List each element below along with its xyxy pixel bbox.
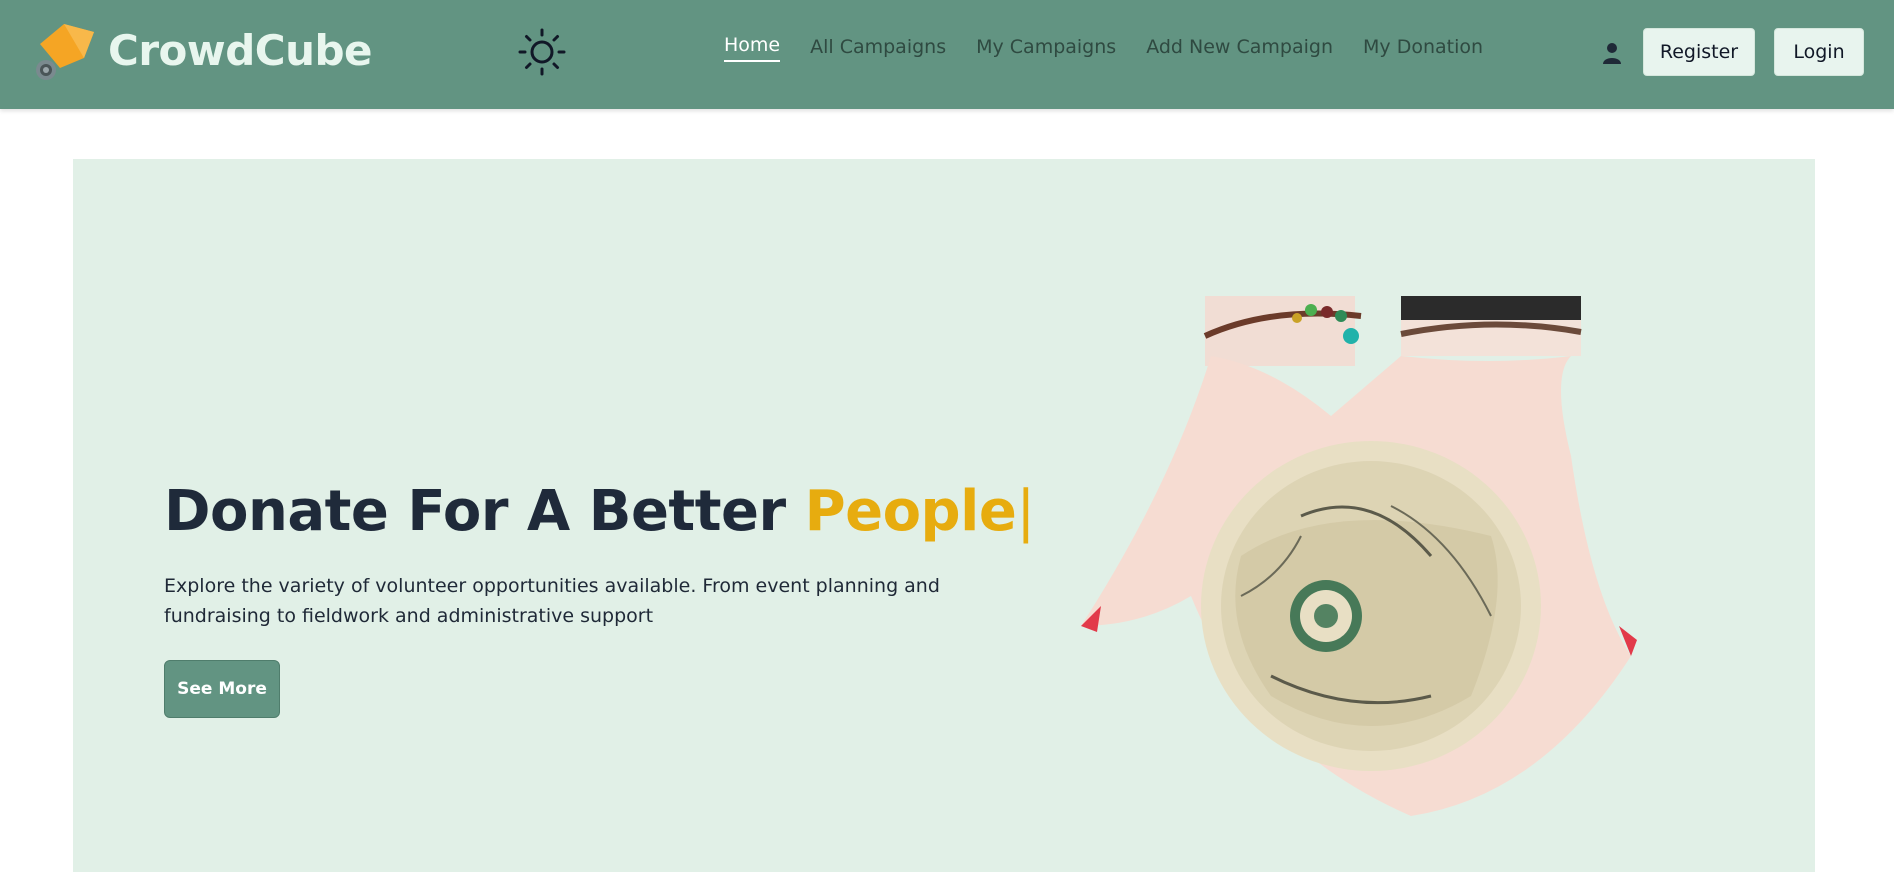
sun-icon[interactable]: [518, 28, 566, 76]
user-icon[interactable]: [1600, 41, 1624, 65]
hero-description: Explore the variety of volunteer opportu…: [164, 575, 940, 627]
hero-title-main: Donate For A Better: [164, 479, 805, 544]
register-button[interactable]: Register: [1643, 28, 1755, 76]
navbar: CrowdCube Home All Campaigns My Campaign…: [0, 0, 1894, 109]
hero-banner: Donate For A Better People| Explore the …: [73, 159, 1815, 872]
hero-title-accent: People: [804, 479, 1017, 544]
nav-add-new-campaign[interactable]: Add New Campaign: [1146, 36, 1333, 62]
hands-money-image: [1081, 296, 1637, 816]
typing-caret: |: [1016, 479, 1035, 544]
nav-my-campaigns[interactable]: My Campaigns: [976, 36, 1116, 62]
price-tag-icon[interactable]: [30, 18, 98, 86]
hero-title: Donate For A Better People|: [164, 479, 1035, 544]
nav-all-campaigns[interactable]: All Campaigns: [810, 36, 946, 62]
see-more-button[interactable]: See More: [164, 660, 280, 718]
nav-my-donation[interactable]: My Donation: [1363, 36, 1483, 62]
login-button[interactable]: Login: [1774, 28, 1864, 76]
main-nav: Home All Campaigns My Campaigns Add New …: [724, 34, 1483, 72]
brand-name[interactable]: CrowdCube: [108, 26, 373, 75]
nav-home[interactable]: Home: [724, 34, 781, 62]
